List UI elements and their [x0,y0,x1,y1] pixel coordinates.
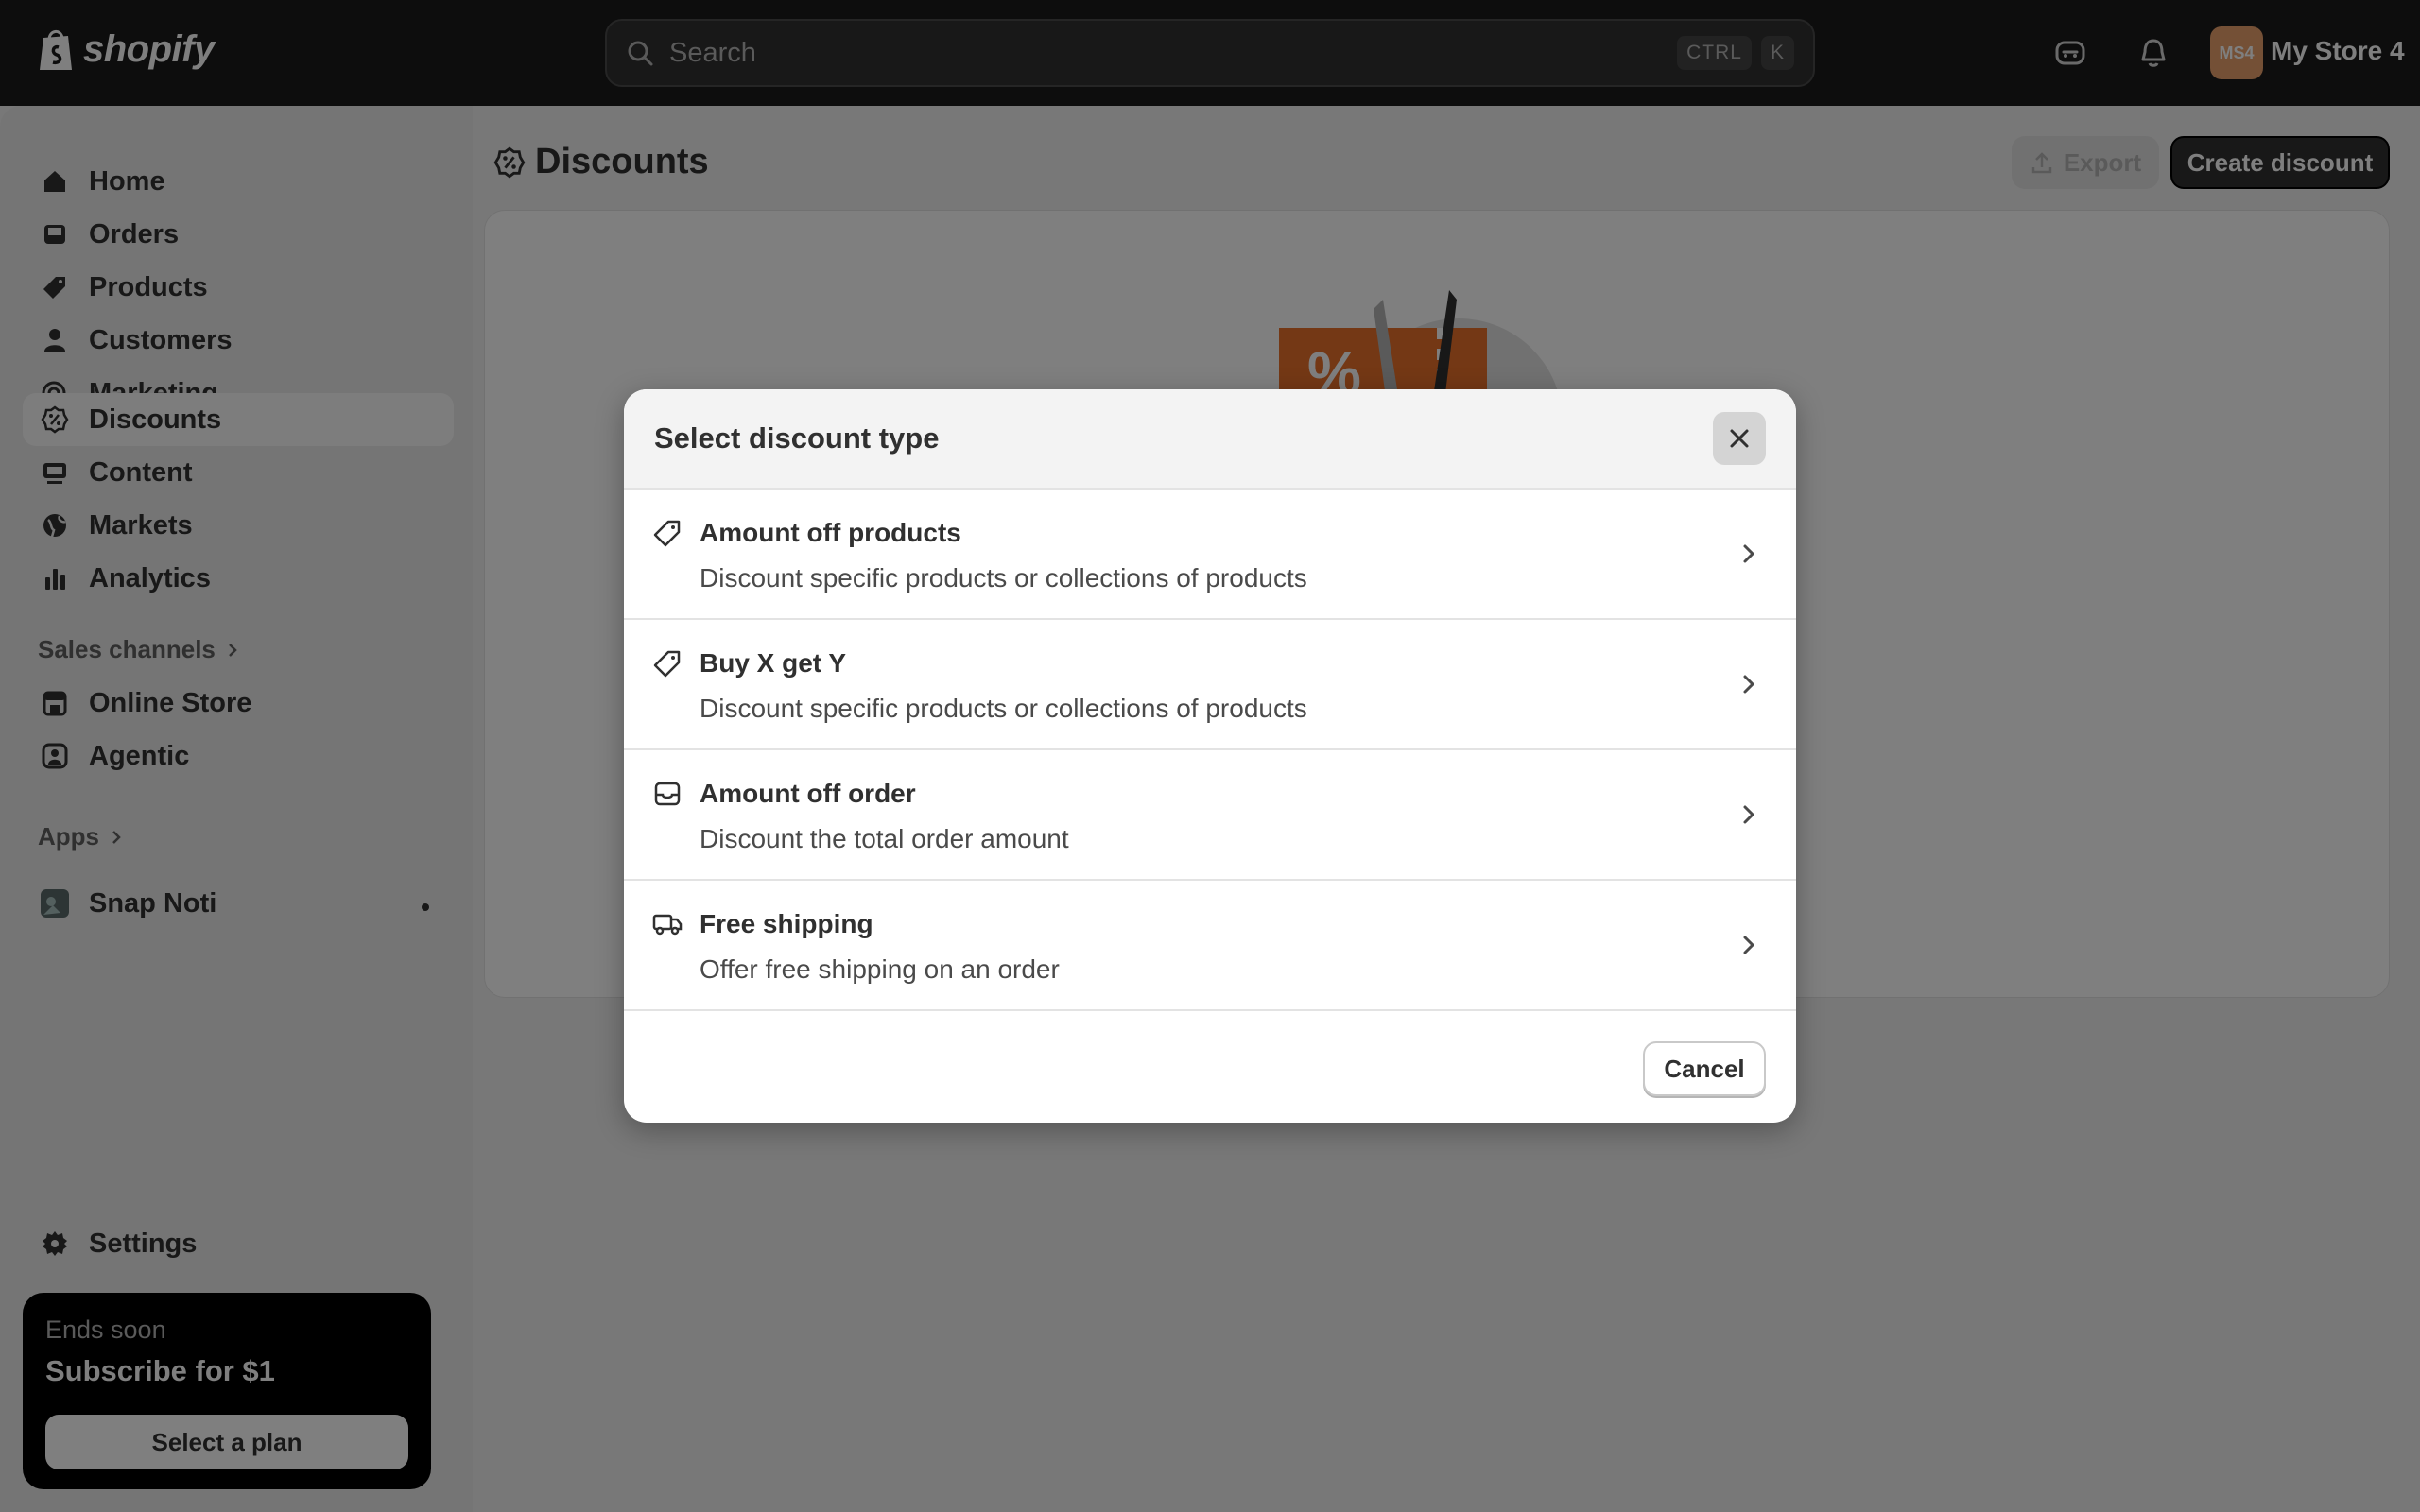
dialog-header: Select discount type [624,389,1796,490]
cancel-button[interactable]: Cancel [1643,1041,1766,1096]
select-discount-type-dialog: Select discount type Amount off products… [624,389,1796,1123]
dialog-title: Select discount type [654,421,940,455]
option-amount-off-products[interactable]: Amount off products Discount specific pr… [624,490,1796,620]
chevron-right-icon [1734,799,1764,830]
option-description: Discount specific products or collection… [700,694,1307,723]
option-amount-off-order[interactable]: Amount off order Discount the total orde… [624,750,1796,881]
option-title: Free shipping [700,909,873,938]
chevron-right-icon [1734,539,1764,569]
option-description: Discount the total order amount [700,824,1069,853]
option-title: Amount off products [700,518,961,547]
dialog-footer: Cancel [624,1011,1796,1123]
tag-icon [650,646,684,680]
chevron-right-icon [1734,930,1764,960]
option-title: Amount off order [700,779,916,808]
chevron-right-icon [1734,669,1764,699]
close-button[interactable] [1713,412,1766,465]
option-description: Offer free shipping on an order [700,954,1060,984]
option-buy-x-get-y[interactable]: Buy X get Y Discount specific products o… [624,620,1796,750]
option-title: Buy X get Y [700,648,847,678]
option-free-shipping[interactable]: Free shipping Offer free shipping on an … [624,881,1796,1011]
option-description: Discount specific products or collection… [700,563,1307,593]
tag-icon [650,516,684,550]
close-icon [1730,429,1749,448]
truck-icon [650,907,684,941]
cart-icon [650,777,684,811]
